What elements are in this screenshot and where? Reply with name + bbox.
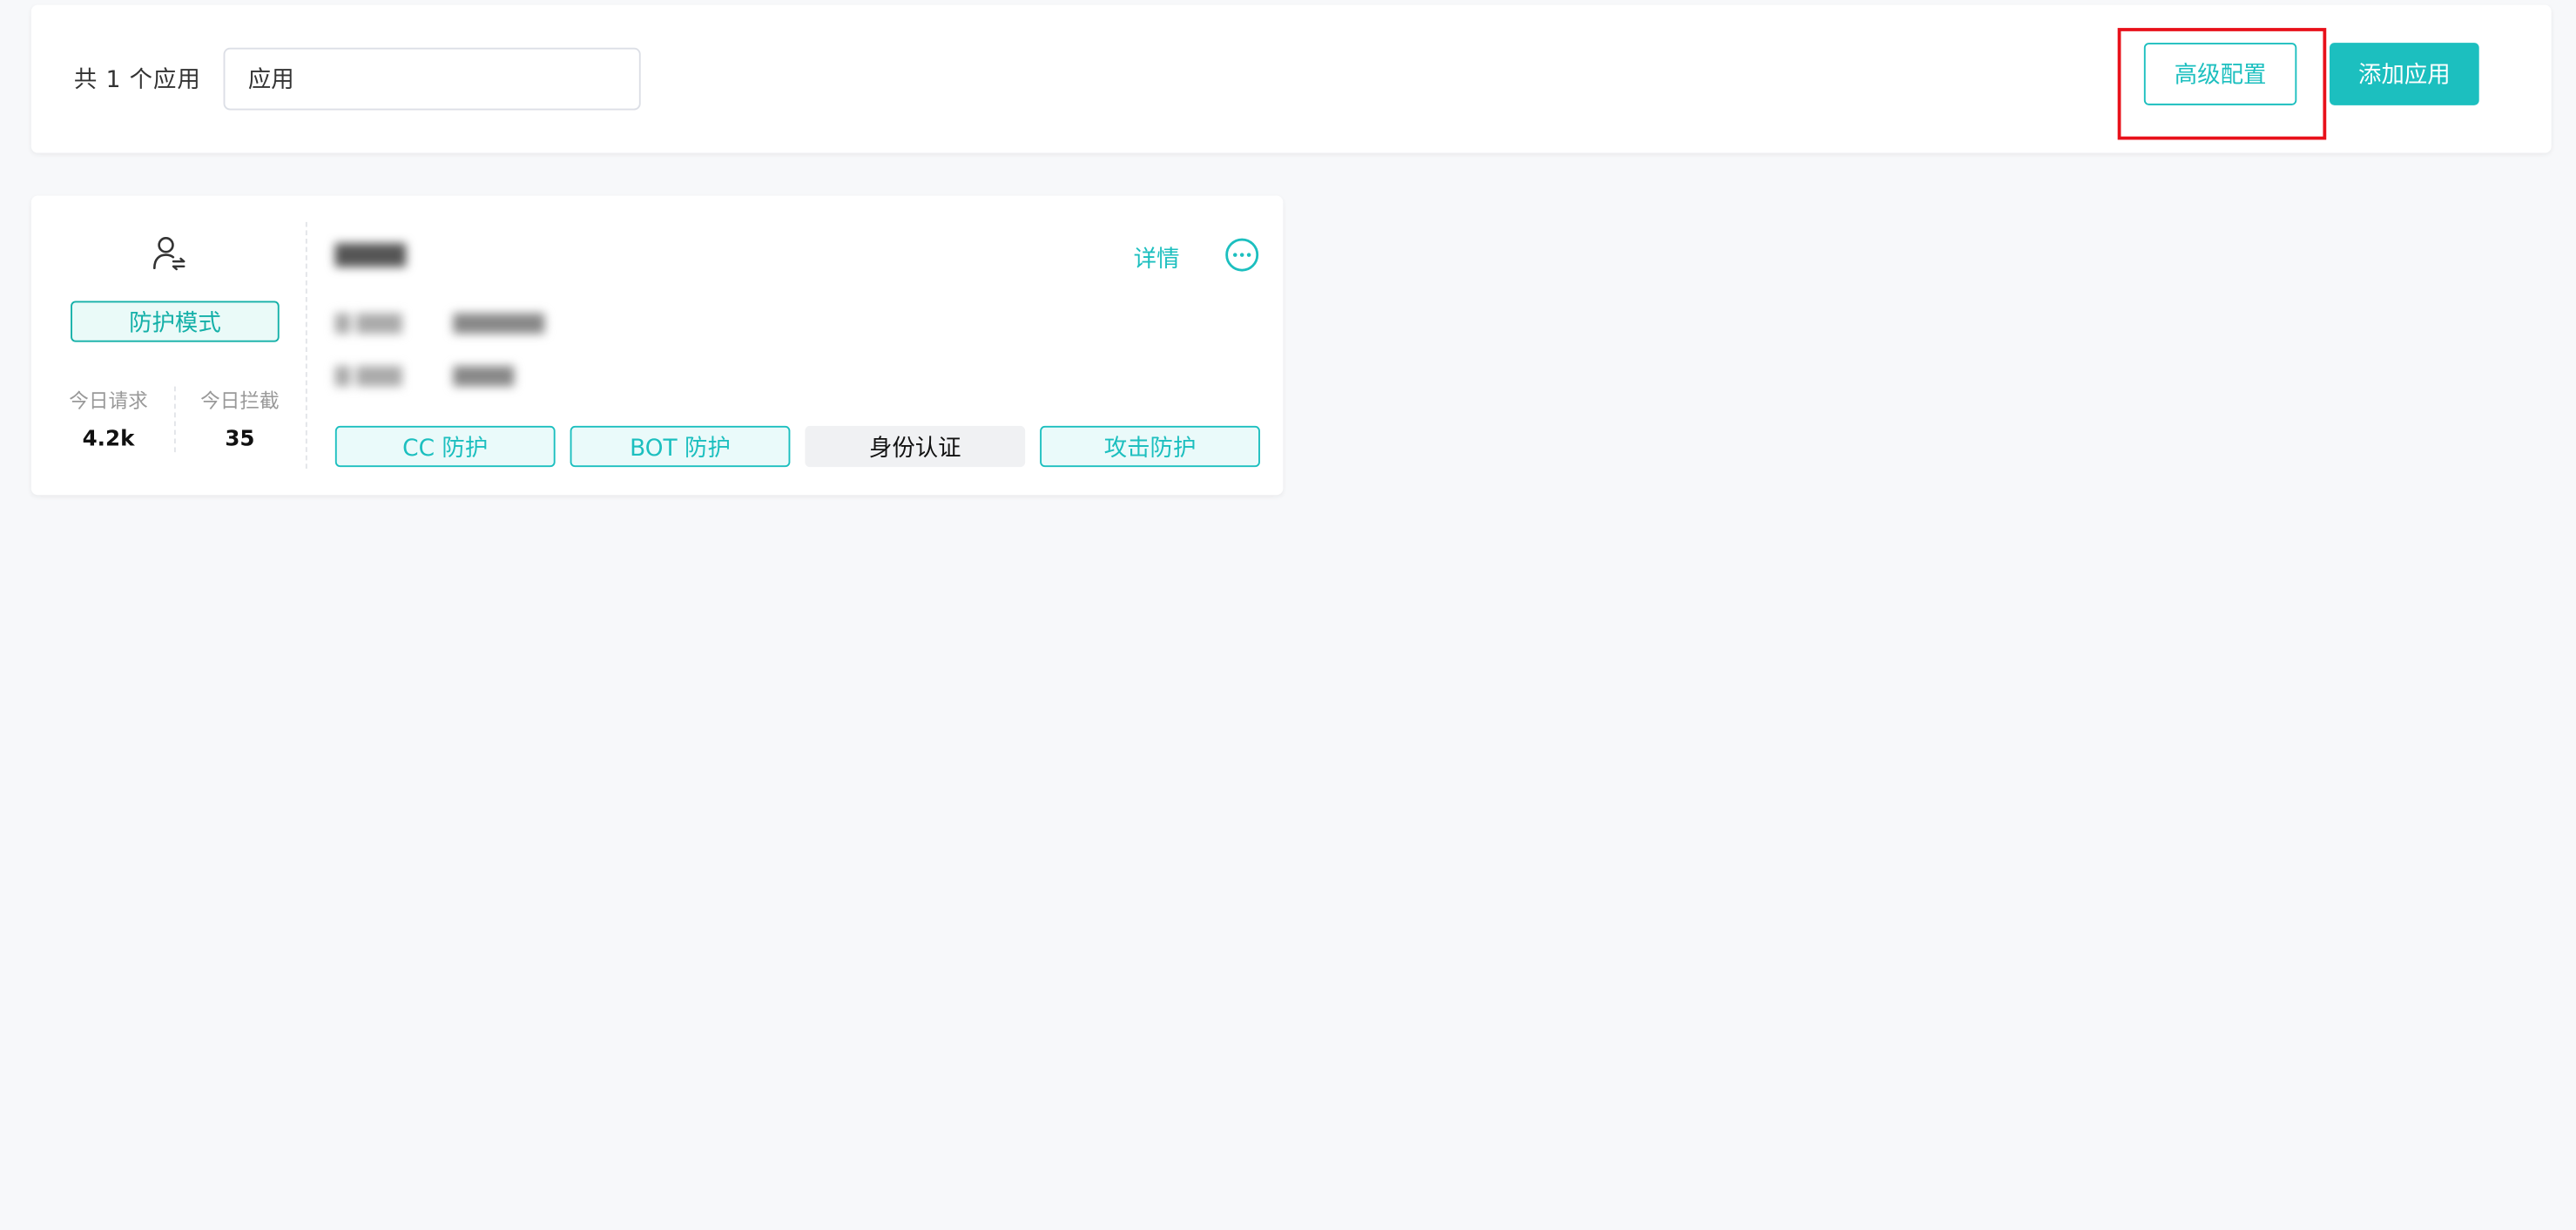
stat-value: 4.2k [82, 427, 135, 453]
app-name-redacted: ▇▇▇▇ [334, 241, 407, 268]
search-input[interactable] [223, 47, 641, 111]
stat-label: 今日拦截 [200, 389, 280, 413]
protection-mode-badge: 防护模式 [71, 301, 280, 342]
stat-today-requests: 今日请求 4.2k [51, 387, 165, 453]
more-icon[interactable] [1224, 237, 1260, 274]
app-count-label: 共 1 个应用 [73, 67, 201, 94]
tag-bot-protection: BOT 防护 [570, 425, 791, 468]
page: 共 1 个应用 高级配置 添加应用 防护模式 今日请求 4.2k 今日拦截 35 [0, 0, 2576, 1230]
stat-label: 今日请求 [69, 389, 148, 413]
info-row-redacted: ▇ ▇▇▇ ▇▇▇▇▇▇ [334, 310, 545, 335]
stat-value: 35 [225, 427, 255, 453]
card-divider [305, 221, 307, 469]
add-app-button[interactable]: 添加应用 [2330, 43, 2479, 105]
tag-cc-protection: CC 防护 [334, 425, 556, 468]
app-card: 防护模式 今日请求 4.2k 今日拦截 35 ▇▇▇▇ ▇ ▇▇▇ ▇▇▇▇▇▇ … [30, 195, 1284, 496]
advanced-config-button[interactable]: 高级配置 [2143, 43, 2297, 105]
app-card-details: ▇▇▇▇ ▇ ▇▇▇ ▇▇▇▇▇▇ ▇ ▇▇▇ ▇▇▇▇ 详情 CC 防护 BOT … [334, 196, 1283, 496]
tag-identity-auth: 身份认证 [805, 425, 1026, 468]
stat-divider [173, 386, 176, 453]
user-swap-icon [153, 237, 185, 271]
details-link[interactable]: 详情 [1134, 241, 1180, 274]
tag-attack-protection: 攻击防护 [1040, 425, 1260, 468]
app-card-summary: 防护模式 今日请求 4.2k 今日拦截 35 [31, 196, 307, 496]
stat-today-blocked: 今日拦截 35 [182, 387, 297, 453]
info-row-redacted: ▇ ▇▇▇ ▇▇▇▇ [334, 363, 515, 387]
